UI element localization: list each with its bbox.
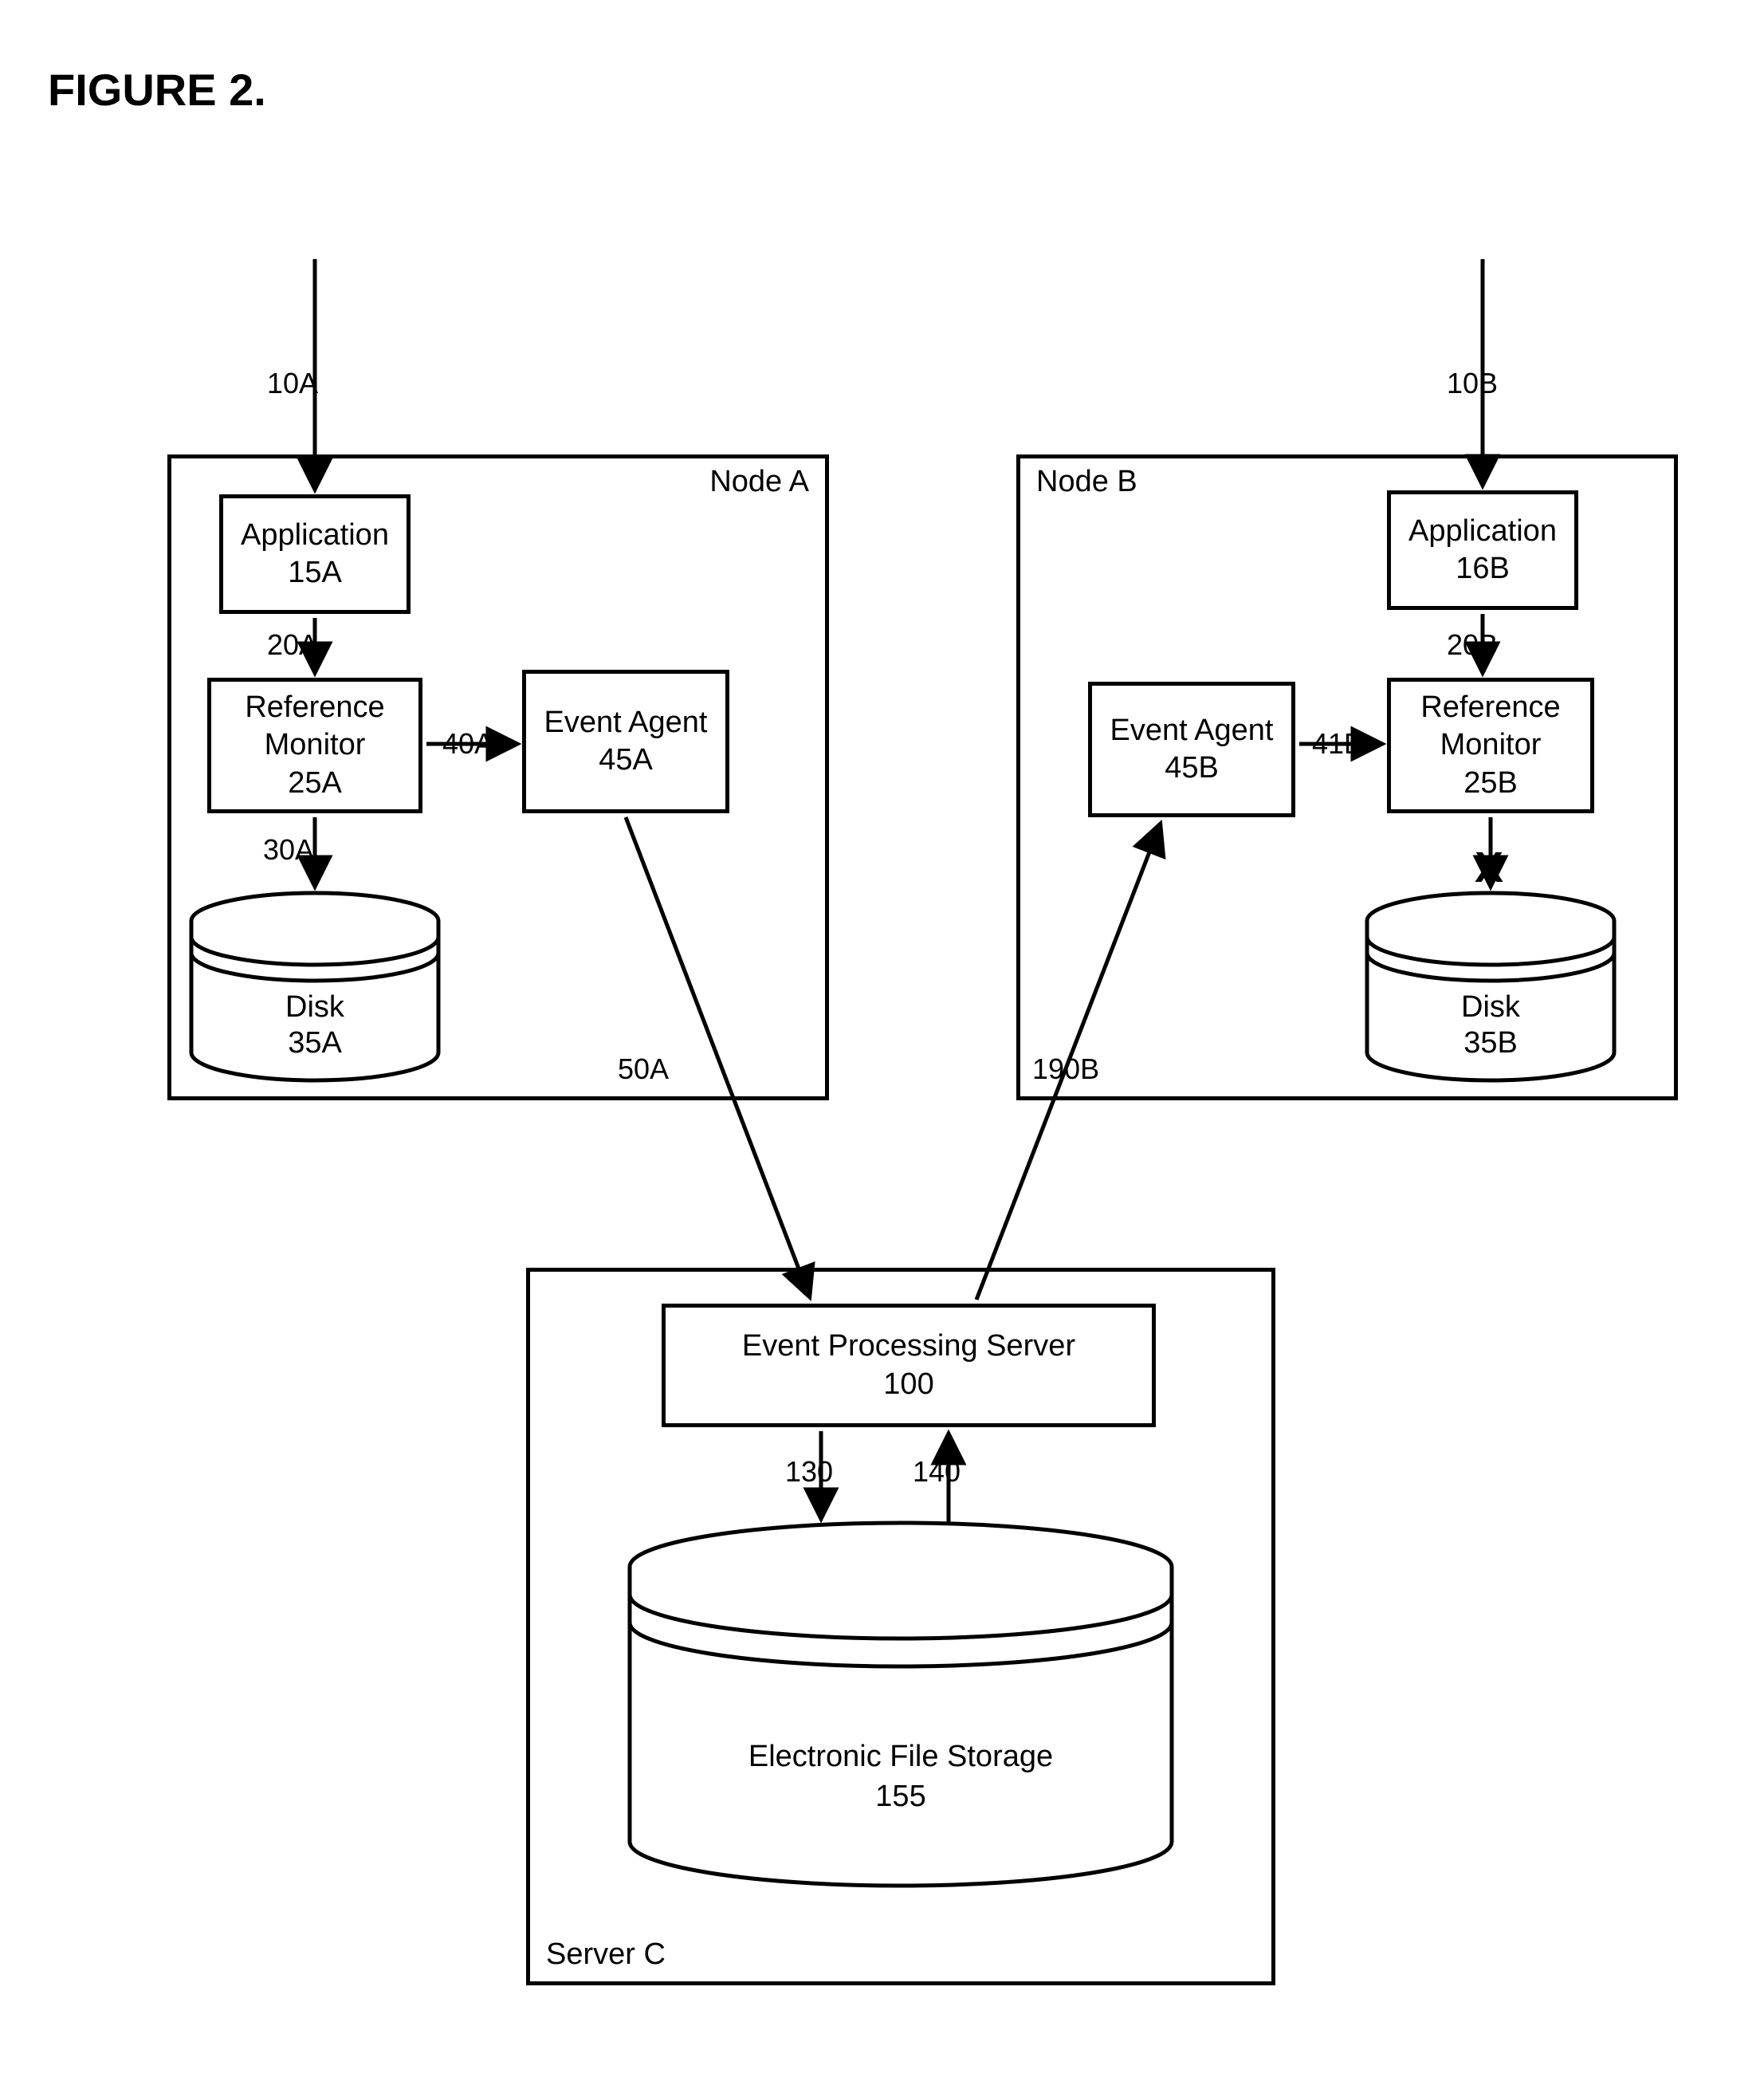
refmon-b-box: Reference Monitor 25B [1387,678,1594,813]
eventagent-a-name: Event Agent [544,704,708,742]
refmon-b-name: Reference Monitor [1391,689,1590,765]
blocked-x: X [1475,843,1503,892]
edge-130: 130 [785,1455,833,1489]
refmon-b-id: 25B [1463,765,1518,803]
application-b-id: 16B [1456,550,1510,588]
application-a-box: Application 15A [219,494,411,614]
edge-140: 140 [913,1455,961,1489]
refmon-a-box: Reference Monitor 25A [207,678,422,813]
node-a-label: Node A [709,465,809,499]
application-b-box: Application 16B [1387,490,1578,610]
eps-name: Event Processing Server [742,1328,1075,1366]
edge-40a: 40A [438,727,498,761]
eventagent-b-name: Event Agent [1110,712,1274,750]
page: FIGURE 2. Node A Application 15A Referen… [0,0,1764,2085]
refmon-a-name: Reference Monitor [211,689,418,765]
application-b-name: Application [1408,513,1557,551]
node-b-label: Node B [1036,465,1137,499]
edge-190b: 190B [1032,1052,1099,1086]
eventagent-a-box: Event Agent 45A [522,670,729,813]
edge-30a: 30A [263,833,314,867]
eventagent-b-id: 45B [1165,749,1219,788]
server-c-label: Server C [546,1937,666,1972]
application-a-name: Application [241,517,389,555]
eventagent-b-box: Event Agent 45B [1088,682,1295,817]
edge-20b: 20B [1447,628,1498,662]
edge-41b: 41B [1307,727,1368,761]
eps-id: 100 [883,1366,933,1404]
edge-50a: 50A [618,1052,669,1086]
figure-title: FIGURE 2. [48,64,266,116]
refmon-a-id: 25A [288,765,342,803]
edge-10a: 10A [267,367,318,400]
edge-10b: 10B [1447,367,1498,400]
edge-20a: 20A [267,628,318,662]
eps-box: Event Processing Server 100 [662,1304,1156,1427]
application-a-id: 15A [288,554,342,592]
eventagent-a-id: 45A [599,742,653,780]
